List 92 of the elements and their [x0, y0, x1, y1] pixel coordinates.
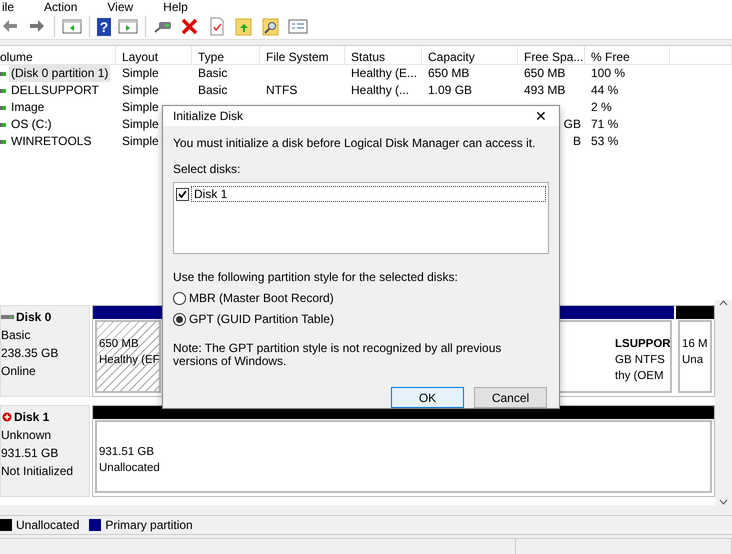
table-cell[interactable]: OS (C:)	[9, 116, 54, 133]
menu-item[interactable]: Help	[161, 0, 188, 14]
disk-listbox[interactable]: Disk 1	[173, 182, 549, 254]
partition-block[interactable]: 650 MB Healthy (EF	[95, 320, 161, 393]
table-cell-text: Healthy (E...	[350, 65, 418, 82]
table-cell-text: 650 MB	[427, 65, 470, 82]
drive-icon	[0, 104, 6, 110]
column-header[interactable]: Type	[192, 45, 260, 65]
disk-name: Disk 0	[16, 309, 52, 326]
disk-info: 238.35 GB	[1, 345, 60, 362]
table-cell-text: 100 %	[590, 65, 626, 82]
list-item[interactable]: Disk 1	[191, 186, 546, 202]
drive-icon	[0, 138, 6, 144]
table-cell-text: 71 %	[590, 116, 618, 133]
table-cell[interactable]: WINRETOOLS	[9, 133, 94, 150]
check-icon	[178, 190, 187, 198]
scroll-down-icon[interactable]	[719, 499, 728, 505]
disk-info: 931.51 GB	[1, 445, 60, 462]
table-cell-text: Basic	[197, 82, 228, 99]
partition-block[interactable]: 931.51 GB Unallocated	[95, 420, 712, 493]
table-cell[interactable]: (Disk 0 partition 1)	[9, 65, 110, 82]
radio-button[interactable]	[173, 312, 186, 326]
table-cell-text: 44 %	[590, 82, 618, 99]
table-cell-text: 2 %	[590, 99, 612, 116]
column-header-filler	[670, 45, 732, 65]
table-cell-text: Healthy (...	[350, 82, 410, 99]
partition-info: 650 MB	[99, 337, 140, 352]
dialog-button[interactable]: OK	[391, 387, 464, 408]
column-header[interactable]: File System	[260, 45, 345, 65]
partition-title: LSUPPOR	[615, 337, 669, 352]
menu-item[interactable]: ile	[0, 0, 14, 14]
dialog-button[interactable]: Cancel	[474, 387, 547, 408]
radio-button[interactable]	[173, 292, 186, 304]
legend-label: Primary partition	[105, 517, 193, 534]
column-header[interactable]: olume	[0, 45, 116, 65]
column-header[interactable]: Free Spa...	[518, 45, 585, 65]
table-cell-text: 650 MB	[523, 65, 566, 82]
table-cell-text: 1.09 GB	[427, 82, 472, 99]
partition-info: Una	[682, 353, 704, 368]
table-cell-text: Simple	[121, 65, 159, 82]
properties-icon[interactable]	[288, 17, 308, 36]
dialog-message: You must initialize a disk before Logical Disk Manager can access it.	[173, 135, 536, 152]
scroll-up-icon[interactable]	[719, 300, 728, 306]
menu-item[interactable]: Action	[42, 0, 78, 14]
column-header[interactable]: Status	[345, 45, 422, 65]
dialog-title: Initialize Disk	[173, 108, 244, 125]
drive-icon	[0, 70, 6, 76]
legend-label: Unallocated	[16, 517, 80, 534]
table-cell-text: 53 %	[590, 133, 618, 150]
radio-label[interactable]: GPT (GUID Partition Table)	[189, 310, 334, 328]
delete-icon[interactable]	[180, 17, 200, 36]
partition-info: Healthy (EF	[99, 353, 158, 368]
column-header[interactable]: Layout	[116, 45, 192, 65]
table-cell-text: 493 MB	[523, 82, 566, 99]
table-cell-text: Basic	[197, 65, 228, 82]
list-label: Select disks:	[173, 161, 242, 178]
disk-info: Online	[1, 363, 37, 380]
folder-search-icon[interactable]	[261, 17, 281, 36]
pane-icon[interactable]	[62, 17, 82, 36]
table-cell-text: GB	[562, 116, 582, 133]
table-cell[interactable]: DELLSUPPORT	[9, 82, 101, 99]
table-cell-text: Simple	[121, 133, 159, 150]
disk-info: Unknown	[1, 427, 52, 444]
partition-info: thy (OEM	[615, 369, 665, 384]
help-icon[interactable]: ?	[97, 18, 111, 36]
radio-label[interactable]: MBR (Master Boot Record)	[189, 289, 334, 307]
drive-icon	[0, 88, 6, 94]
drive-icon	[0, 122, 6, 128]
pane-icon[interactable]	[118, 17, 138, 36]
option-label: Use the following partition style for the selected disks:	[173, 269, 459, 286]
note-text: Note: The GPT partition style is not recognized by all previous versions of Windows.	[173, 342, 502, 368]
table-cell-text: B	[572, 133, 582, 150]
table-cell-text: Simple	[121, 99, 159, 116]
menu-item[interactable]: View	[105, 0, 134, 14]
column-header[interactable]: % Free	[585, 45, 670, 65]
partition-info: GB NTFS	[615, 353, 666, 368]
partition-info: 16 M	[682, 337, 709, 352]
partition-info: 931.51 GB	[99, 445, 155, 460]
table-cell-text: NTFS	[265, 82, 298, 99]
partition-info: Unallocated	[99, 461, 161, 476]
table-cell[interactable]: Image	[9, 99, 46, 116]
close-button[interactable]: ✕	[533, 109, 549, 123]
partition-block[interactable]: 16 M Una	[678, 320, 712, 393]
table-cell-text: Simple	[121, 116, 159, 133]
table-cell-text: Simple	[121, 82, 159, 99]
partition-header-bar	[676, 306, 714, 319]
disk-name: Disk 1	[14, 409, 50, 426]
partition-header-bar	[93, 306, 163, 319]
disk-info: Basic	[1, 327, 32, 344]
column-header[interactable]: Capacity	[422, 45, 518, 65]
disk-info: Not Initialized	[1, 463, 74, 480]
checkbox[interactable]	[176, 188, 189, 200]
